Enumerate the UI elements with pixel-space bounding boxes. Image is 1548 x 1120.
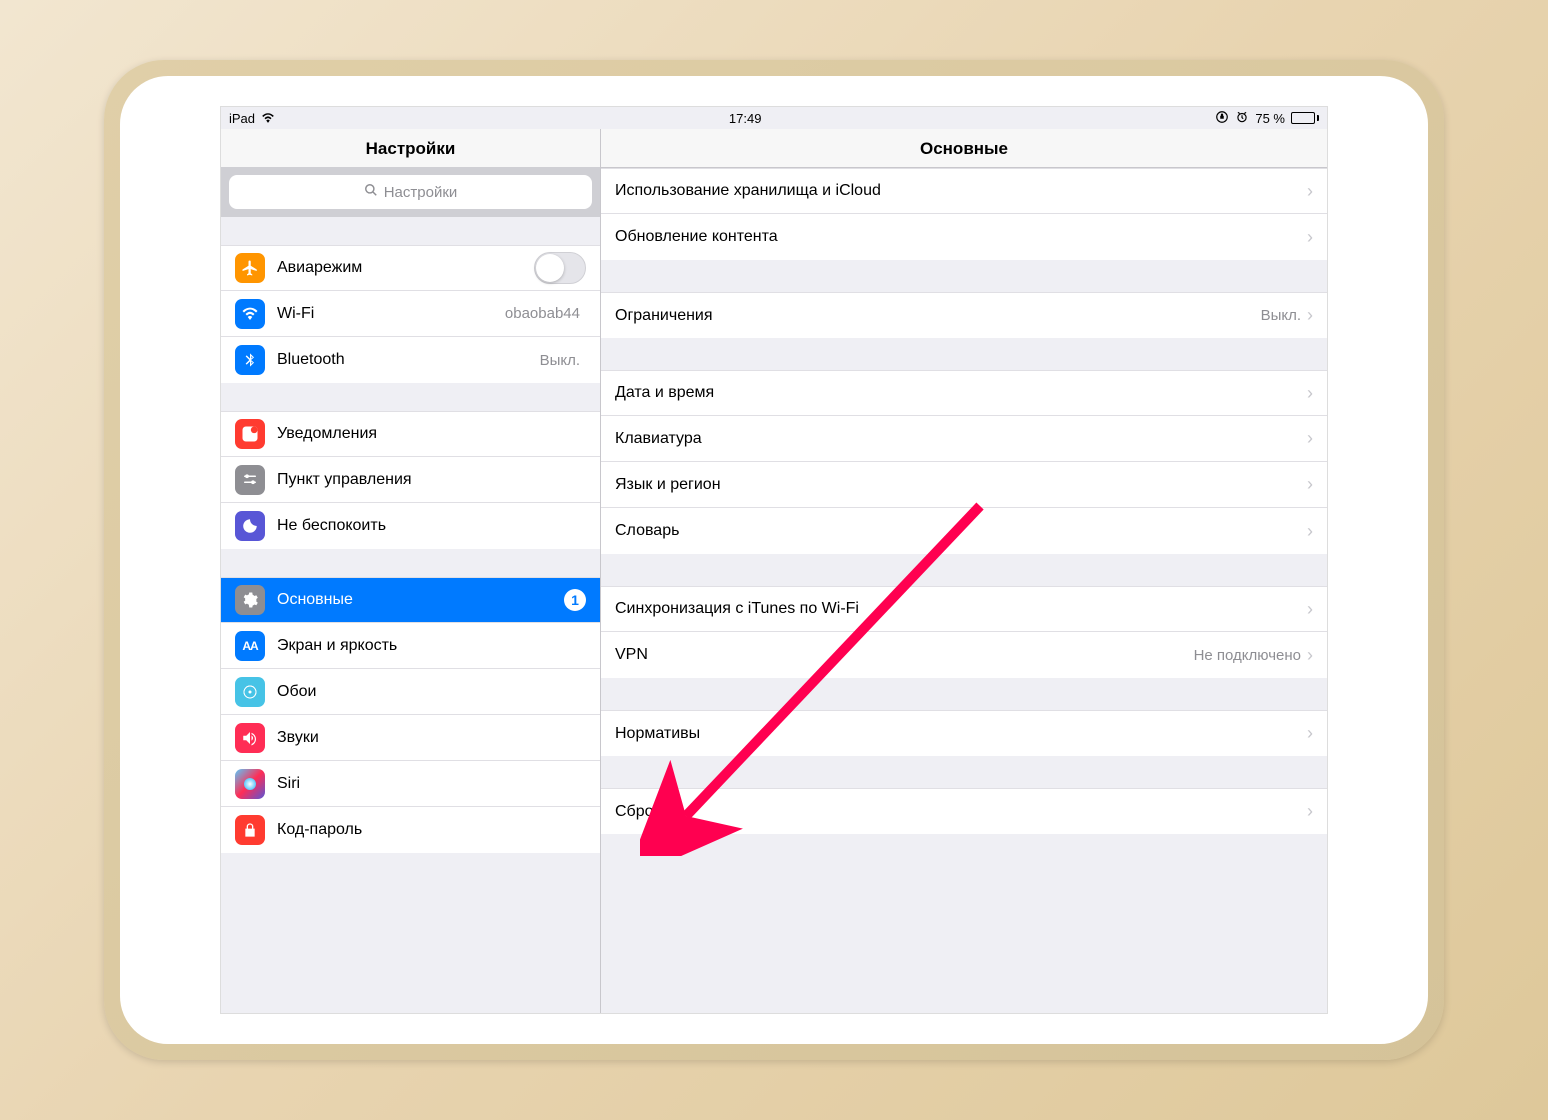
sidebar-item-label: Bluetooth — [277, 351, 540, 369]
wallpaper-icon — [235, 677, 265, 707]
detail-row-value: Не подключено — [1194, 647, 1301, 664]
chevron-right-icon: › — [1307, 521, 1313, 542]
detail-row-label: Использование хранилища и iCloud — [615, 182, 1307, 200]
sidebar-item-label: Siri — [277, 775, 586, 793]
sidebar-item-general[interactable]: Основные 1 — [221, 577, 600, 623]
sidebar-item-wallpaper[interactable]: Обои — [221, 669, 600, 715]
siri-icon — [235, 769, 265, 799]
search-container: Настройки — [221, 167, 600, 217]
sidebar-item-sounds[interactable]: Звуки — [221, 715, 600, 761]
sidebar-item-siri[interactable]: Siri — [221, 761, 600, 807]
ipad-frame: iPad 17:49 75 % Настройки — [104, 60, 1444, 1060]
screen: iPad 17:49 75 % Настройки — [220, 106, 1328, 1014]
detail-row-label: Синхронизация с iTunes по Wi-Fi — [615, 600, 1307, 618]
detail-row[interactable]: Язык и регион› — [601, 462, 1327, 508]
status-bar: iPad 17:49 75 % — [221, 107, 1327, 129]
chevron-right-icon: › — [1307, 383, 1313, 404]
sidebar-item-bluetooth[interactable]: BluetoothВыкл. — [221, 337, 600, 383]
battery-pct: 75 % — [1255, 111, 1285, 126]
detail-row[interactable]: Дата и время› — [601, 370, 1327, 416]
detail-pane: Основные Использование хранилища и iClou… — [601, 129, 1327, 1013]
sidebar-item-label: Пункт управления — [277, 471, 586, 489]
sidebar-item-airplane[interactable]: Авиарежим — [221, 245, 600, 291]
sidebar-item-label: Уведомления — [277, 425, 586, 443]
notif-icon — [235, 419, 265, 449]
sidebar-item-display[interactable]: AA Экран и яркость — [221, 623, 600, 669]
display-icon: AA — [235, 631, 265, 661]
passcode-icon — [235, 815, 265, 845]
sidebar-item-label: Код-пароль — [277, 821, 586, 839]
detail-row-label: Дата и время — [615, 384, 1307, 402]
chevron-right-icon: › — [1307, 474, 1313, 495]
detail-row[interactable]: Синхронизация с iTunes по Wi-Fi› — [601, 586, 1327, 632]
detail-row[interactable]: Клавиатура› — [601, 416, 1327, 462]
sounds-icon — [235, 723, 265, 753]
detail-row-label: Язык и регион — [615, 476, 1307, 494]
wifi-icon — [235, 299, 265, 329]
sidebar-item-value: obaobab44 — [505, 305, 580, 322]
sidebar-item-dnd[interactable]: Не беспокоить — [221, 503, 600, 549]
detail-row[interactable]: VPNНе подключено › — [601, 632, 1327, 678]
dnd-icon — [235, 511, 265, 541]
sidebar-item-label: Обои — [277, 683, 586, 701]
search-placeholder: Настройки — [384, 184, 458, 201]
chevron-right-icon: › — [1307, 428, 1313, 449]
chevron-right-icon: › — [1307, 645, 1313, 666]
detail-row[interactable]: ОграниченияВыкл. › — [601, 292, 1327, 338]
search-icon — [364, 183, 378, 201]
chevron-right-icon: › — [1307, 305, 1313, 326]
bluetooth-icon — [235, 345, 265, 375]
sidebar-item-label: Не беспокоить — [277, 517, 586, 535]
airplane-icon — [235, 253, 265, 283]
sidebar-item-label: Звуки — [277, 729, 586, 747]
detail-row[interactable]: Сброс› — [601, 788, 1327, 834]
alarm-icon — [1235, 110, 1249, 127]
detail-row[interactable]: Нормативы› — [601, 710, 1327, 756]
detail-row[interactable]: Словарь› — [601, 508, 1327, 554]
detail-row-label: Словарь — [615, 522, 1307, 540]
device-label: iPad — [229, 111, 255, 126]
general-icon — [235, 585, 265, 615]
detail-row[interactable]: Обновление контента› — [601, 214, 1327, 260]
sidebar-title: Настройки — [221, 129, 600, 167]
battery-icon — [1291, 112, 1319, 124]
chevron-right-icon: › — [1307, 723, 1313, 744]
detail-row-label: Нормативы — [615, 725, 1307, 743]
sidebar-item-passcode[interactable]: Код-пароль — [221, 807, 600, 853]
sidebar-item-label: Основные — [277, 591, 558, 609]
detail-row-value: Выкл. — [1261, 307, 1301, 324]
chevron-right-icon: › — [1307, 227, 1313, 248]
wifi-icon — [261, 111, 275, 126]
sidebar-item-control[interactable]: Пункт управления — [221, 457, 600, 503]
detail-row-label: Ограничения — [615, 307, 1261, 325]
sidebar-item-value: Выкл. — [540, 352, 580, 369]
airplane-toggle[interactable] — [534, 252, 586, 284]
sidebar-item-label: Авиарежим — [277, 259, 534, 277]
sidebar-item-notifications[interactable]: Уведомления — [221, 411, 600, 457]
search-input[interactable]: Настройки — [229, 175, 592, 209]
sidebar-item-wifi[interactable]: Wi-Fiobaobab44 — [221, 291, 600, 337]
control-icon — [235, 465, 265, 495]
chevron-right-icon: › — [1307, 801, 1313, 822]
detail-row-label: VPN — [615, 646, 1194, 664]
detail-row[interactable]: Использование хранилища и iCloud› — [601, 168, 1327, 214]
sidebar-item-label: Wi-Fi — [277, 305, 505, 323]
detail-title: Основные — [601, 129, 1327, 168]
chevron-right-icon: › — [1307, 599, 1313, 620]
status-time: 17:49 — [729, 111, 762, 126]
badge: 1 — [564, 589, 586, 611]
settings-sidebar: Настройки Настройки Авиарежим Wi-Fiobaoba… — [221, 129, 601, 1013]
detail-row-label: Обновление контента — [615, 228, 1307, 246]
sidebar-item-label: Экран и яркость — [277, 637, 586, 655]
orientation-lock-icon — [1215, 110, 1229, 127]
detail-row-label: Клавиатура — [615, 430, 1307, 448]
chevron-right-icon: › — [1307, 181, 1313, 202]
detail-row-label: Сброс — [615, 803, 1307, 821]
